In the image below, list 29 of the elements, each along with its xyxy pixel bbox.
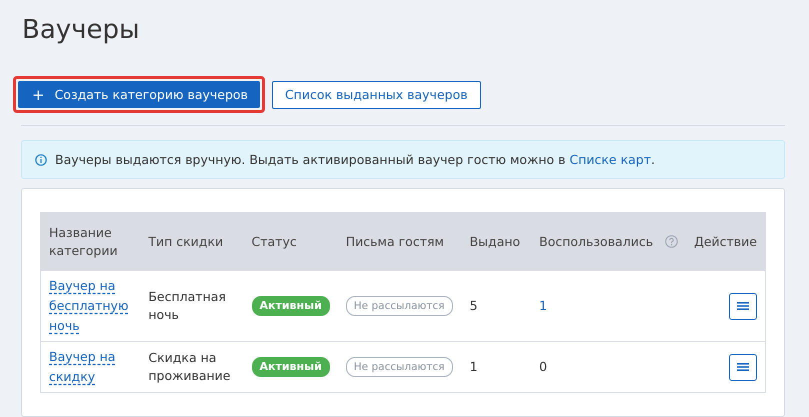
issued-count: 1 (470, 359, 478, 374)
column-header: Выдано (470, 234, 520, 248)
status-badge: Активный (252, 296, 330, 316)
menu-icon (737, 301, 749, 311)
page-title: Ваучеры (22, 14, 141, 47)
category-link[interactable]: Ваучер на бесплатную ночь (49, 276, 132, 336)
menu-button[interactable] (729, 354, 757, 380)
issued-count: 5 (470, 298, 478, 313)
info-icon (35, 154, 47, 166)
menu-button[interactable] (729, 292, 757, 320)
column-header: Воспользовались (539, 232, 654, 250)
issued-vouchers-button[interactable]: Список выданных ваучеров (272, 80, 481, 108)
info-text: Ваучеры выдаются вручную. Выдать активированный ваучер гостю можно в Списке карт. (55, 152, 655, 167)
category-link[interactable]: Ваучер на скидку (49, 347, 132, 387)
cards-list-link[interactable]: Списке карт (569, 152, 652, 167)
used-count-link[interactable]: 1 (539, 298, 548, 313)
mail-status-badge: Не рассылаются (346, 357, 453, 377)
mail-status-badge: Не рассылаются (346, 296, 453, 316)
status-badge: Активный (252, 357, 330, 377)
used-count: 0 (539, 359, 548, 374)
column-header: Название категории (49, 224, 118, 258)
column-header: Статус (252, 234, 297, 248)
column-header: Письма гостям (346, 234, 444, 248)
discount-type: Скидка на проживание (148, 350, 230, 383)
discount-type: Бесплатная ночь (148, 289, 226, 322)
menu-icon (737, 362, 749, 372)
column-header: Тип скидки (148, 234, 224, 248)
create-category-button[interactable]: + Создать категорию ваучеров (18, 81, 260, 108)
column-header: Действие (694, 234, 757, 248)
